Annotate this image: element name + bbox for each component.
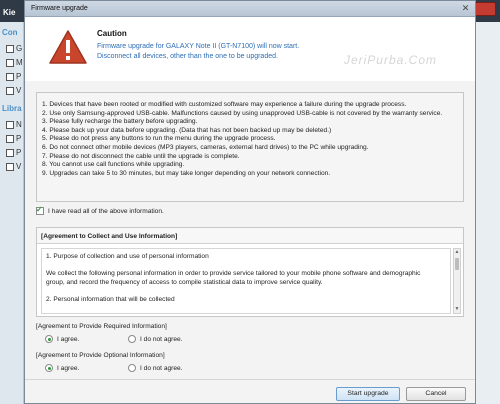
background-section-library: Libra — [2, 104, 22, 113]
required-disagree-label: I do not agree. — [140, 335, 183, 343]
background-item-photos-lib[interactable]: P — [6, 134, 21, 143]
read-all-checkbox[interactable]: ✓ — [36, 205, 44, 215]
watermark: JeriPurba.Com — [343, 53, 437, 67]
notice-item: 9. Upgrades can take 5 to 30 minutes, bu… — [42, 169, 331, 177]
caution-header: Caution Firmware upgrade for GALAXY Note… — [25, 17, 475, 81]
notice-item: 1. Devices that have been rooted or modi… — [42, 101, 407, 108]
cancel-button[interactable]: Cancel — [406, 387, 466, 401]
warning-icon — [49, 30, 87, 64]
dialog-title: Firmware upgrade — [31, 5, 88, 12]
firmware-upgrade-dialog: Firmware upgrade ✕ Caution Firmware upgr… — [24, 0, 476, 404]
optional-agree-option[interactable]: I agree. — [45, 364, 79, 372]
video-icon — [6, 162, 14, 171]
photo-icon — [6, 134, 14, 143]
phone-icon — [6, 44, 14, 53]
background-item-videos[interactable]: V — [6, 86, 21, 95]
required-agree-label: I agree. — [57, 335, 80, 343]
scroll-up-arrow-icon[interactable]: ▲ — [454, 249, 460, 256]
agreement-line: group, and record the frequency of acces… — [46, 278, 323, 286]
caution-message-line-1: Firmware upgrade for GALAXY Note II (GT-… — [97, 43, 300, 50]
dialog-titlebar[interactable]: Firmware upgrade ✕ — [25, 1, 475, 17]
checkmark-icon: ✓ — [36, 205, 43, 214]
required-info-label: [Agreement to Provide Required Informati… — [36, 323, 167, 330]
notice-item: 7. Please do not disconnect the cable un… — [42, 152, 240, 160]
agreement-line: 2. Personal information that will be col… — [46, 295, 175, 303]
scroll-down-arrow-icon[interactable]: ▼ — [454, 306, 460, 313]
agreement-scrollbar[interactable]: ▲ ▼ — [453, 248, 461, 314]
photo-icon — [6, 72, 14, 81]
start-upgrade-button[interactable]: Start upgrade — [336, 387, 400, 401]
background-section-connected: Con — [2, 28, 18, 37]
optional-disagree-radio[interactable] — [128, 364, 136, 372]
dialog-close-button[interactable]: ✕ — [460, 3, 471, 14]
background-item-device[interactable]: G — [6, 44, 22, 53]
agreement-line — [46, 262, 446, 271]
background-item-videos-lib[interactable]: V — [6, 162, 21, 171]
required-disagree-radio[interactable] — [128, 335, 136, 343]
background-item-photos[interactable]: P — [6, 72, 21, 81]
background-app-title: Kie — [3, 8, 16, 17]
optional-agree-label: I agree. — [57, 364, 80, 372]
notice-item: 5. Please do not press any buttons to ru… — [42, 135, 276, 143]
background-item-music[interactable]: M — [6, 58, 23, 67]
optional-agree-radio[interactable] — [45, 364, 53, 372]
agreement-text-area[interactable]: 1. Purpose of collection and use of pers… — [41, 248, 451, 314]
music-icon — [6, 120, 14, 129]
required-agree-option[interactable]: I agree. — [45, 335, 79, 343]
required-agree-radio[interactable] — [45, 335, 53, 343]
agreement-line: We collect the following personal inform… — [46, 270, 421, 278]
read-all-checkbox-row[interactable]: ✓ I have read all of the above informati… — [36, 205, 164, 215]
optional-info-label: [Agreement to Provide Optional Informati… — [36, 352, 165, 359]
video-icon — [6, 86, 14, 95]
caution-title: Caution — [97, 29, 127, 38]
background-sidebar: Con G M P V Libra N P P V — [0, 22, 24, 404]
read-all-label: I have read all of the above information… — [48, 207, 164, 215]
scroll-thumb[interactable] — [455, 258, 459, 270]
podcast-icon — [6, 148, 14, 157]
required-disagree-option[interactable]: I do not agree. — [128, 335, 183, 343]
background-item-podcasts[interactable]: P — [6, 148, 21, 157]
upgrade-notices-box: 1. Devices that have been rooted or modi… — [36, 92, 464, 202]
agreement-panel: [Agreement to Collect and Use Informatio… — [36, 227, 464, 317]
notice-item: 4. Please back up your data before upgra… — [42, 126, 332, 134]
optional-disagree-option[interactable]: I do not agree. — [128, 364, 183, 372]
background-item-music-lib[interactable]: N — [6, 120, 22, 129]
caution-message-line-2: Disconnect all devices, other than the o… — [97, 53, 278, 60]
agreement-line — [46, 287, 446, 296]
agreement-line: 1. Purpose of collection and use of pers… — [46, 253, 209, 260]
music-icon — [6, 58, 14, 67]
notice-item: 3. Please fully recharge the battery bef… — [42, 118, 198, 126]
notice-item: 8. You cannot use call functions while u… — [42, 161, 185, 169]
dialog-footer: Start upgrade Cancel — [25, 379, 475, 403]
agreement-header: [Agreement to Collect and Use Informatio… — [37, 228, 463, 244]
notice-item: 2. Use only Samsung-approved USB-cable. … — [42, 109, 443, 117]
optional-disagree-label: I do not agree. — [140, 364, 183, 372]
notice-item: 6. Do not connect other mobile devices (… — [42, 143, 369, 151]
